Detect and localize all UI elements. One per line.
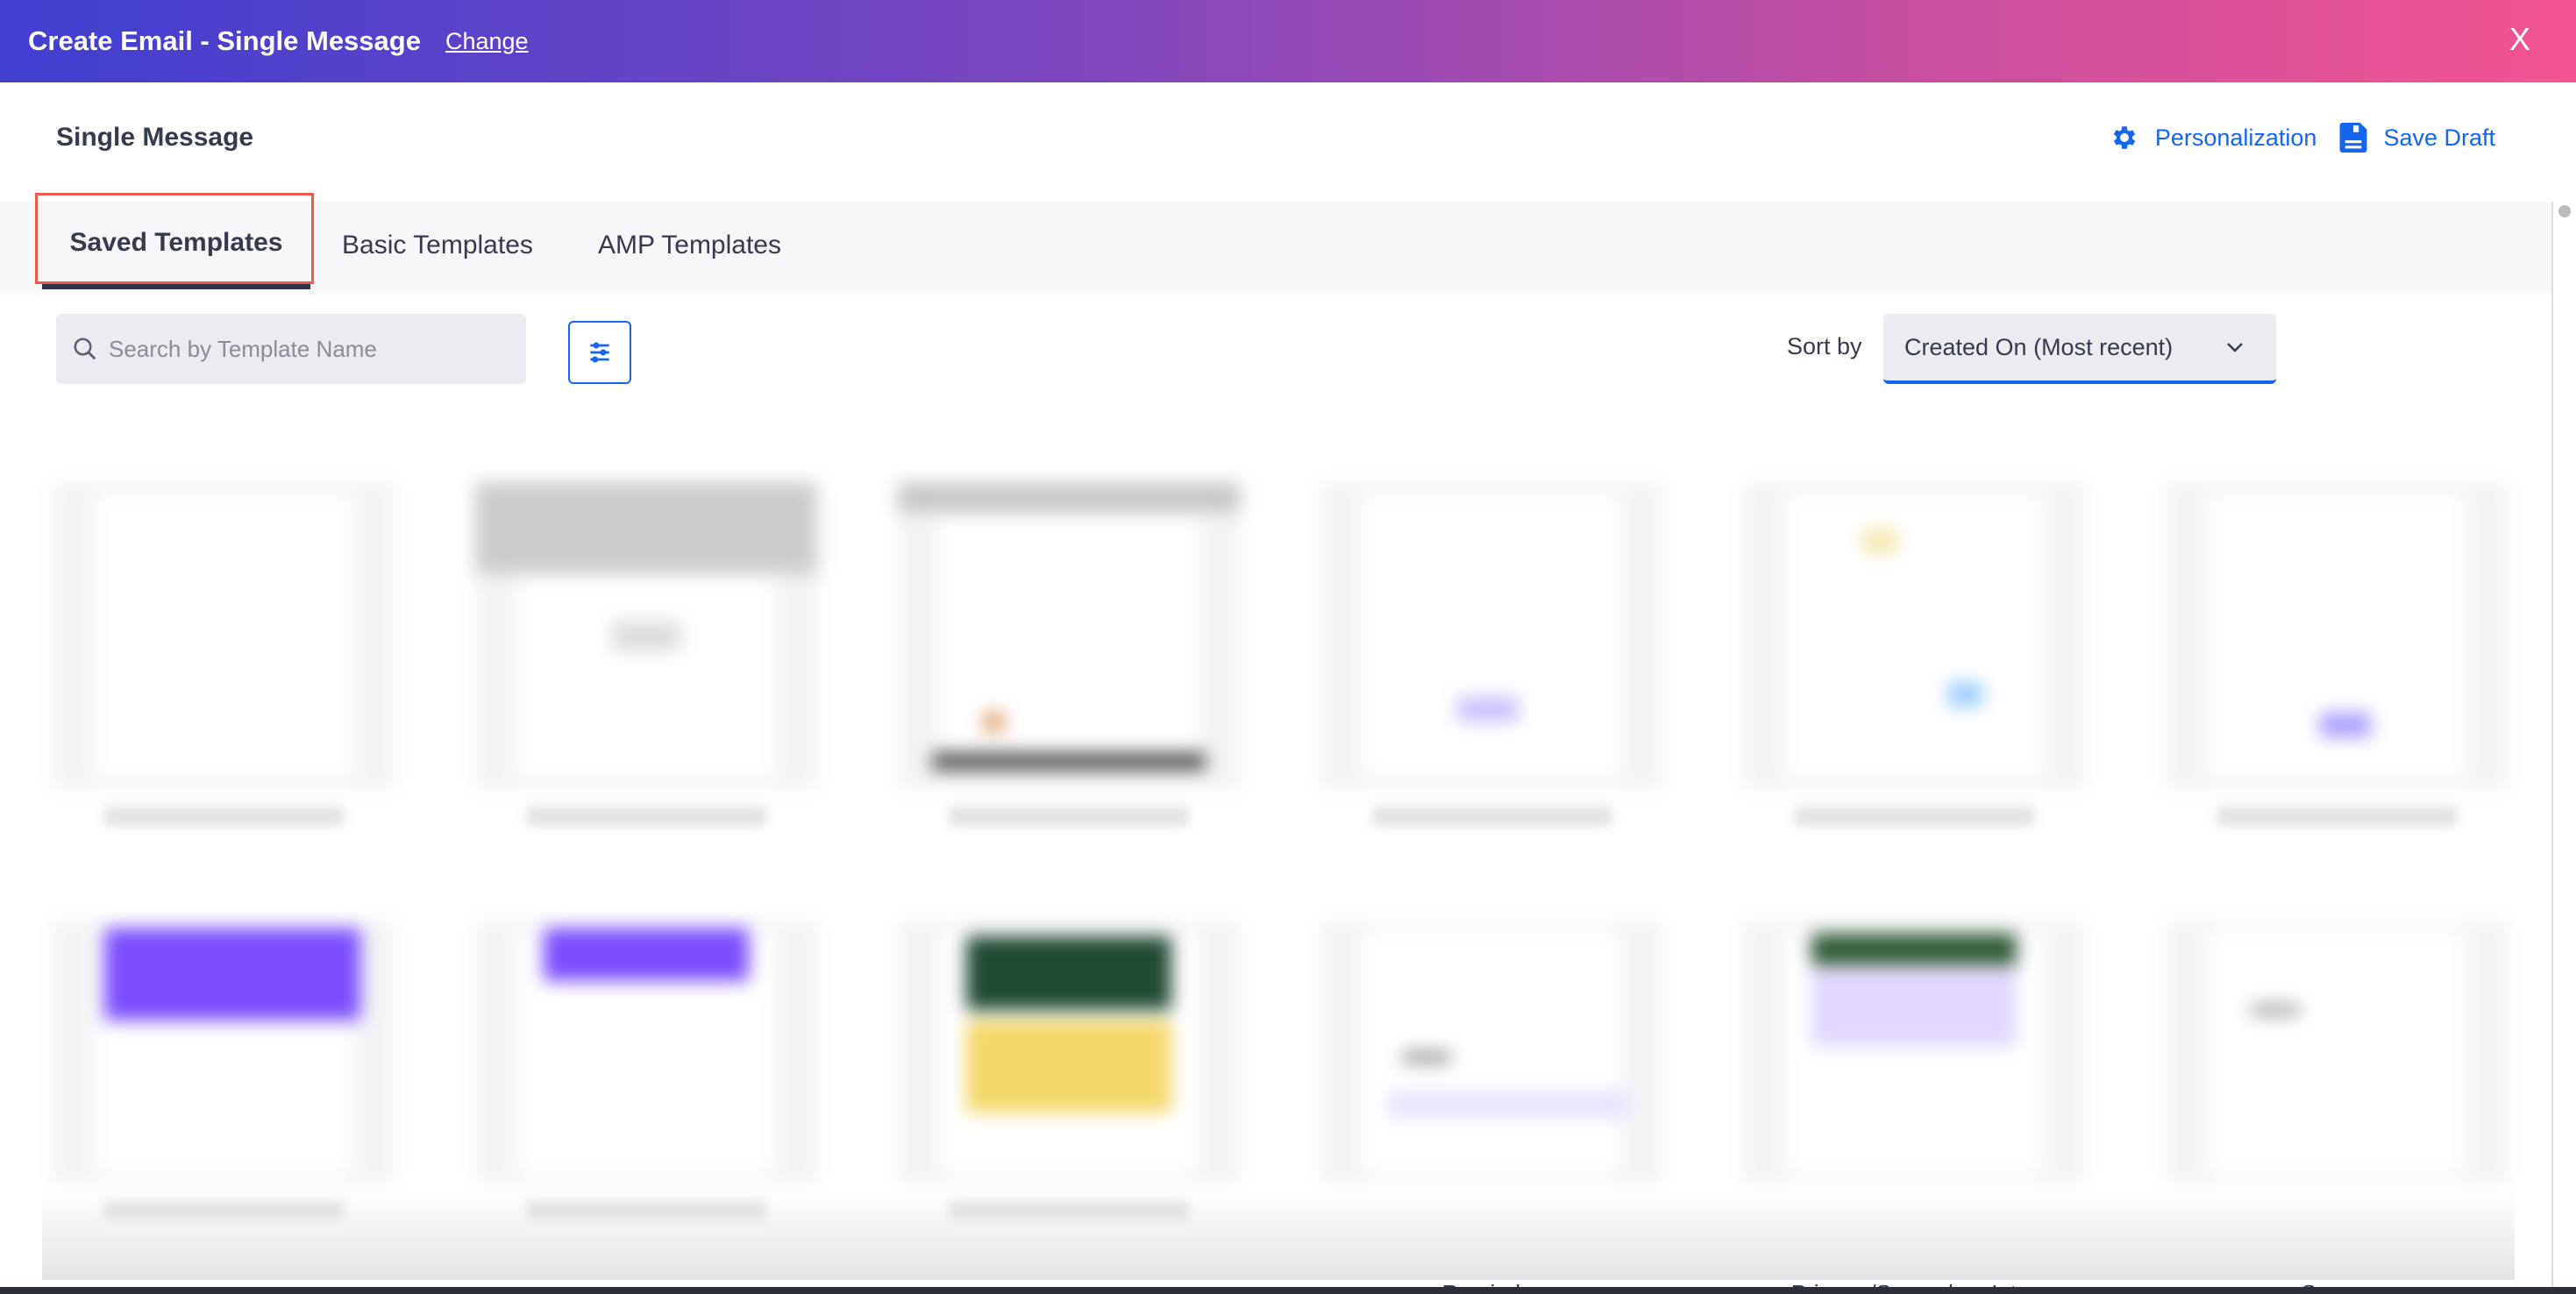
search-box[interactable] <box>56 314 526 384</box>
template-thumbnail <box>475 921 817 1184</box>
scrollbar[interactable] <box>2551 202 2576 1294</box>
sort-dropdown[interactable]: Created On (Most recent) <box>1883 314 2276 384</box>
template-card[interactable]: Primary/Secondary Intro <box>1743 921 2085 1294</box>
template-card[interactable] <box>898 921 1240 1289</box>
template-card[interactable]: Survey <box>2166 921 2508 1294</box>
personalization-button[interactable]: Personalization <box>2110 123 2317 153</box>
template-card[interactable] <box>53 482 395 894</box>
search-icon <box>74 338 96 360</box>
template-card[interactable] <box>1743 482 2085 894</box>
save-icon <box>2339 123 2367 153</box>
template-thumbnail <box>53 482 395 789</box>
save-draft-button[interactable]: Save Draft <box>2339 123 2495 153</box>
gear-icon <box>2113 126 2135 149</box>
template-name <box>526 1201 766 1220</box>
template-card[interactable] <box>53 921 395 1289</box>
template-name <box>103 1201 344 1220</box>
save-draft-label: Save Draft <box>2383 124 2495 151</box>
modal-header: Create Email - Single Message Change X <box>0 0 2576 82</box>
template-thumbnail <box>2166 482 2508 789</box>
scrollbar-thumb[interactable] <box>2558 205 2571 217</box>
template-name <box>2217 807 2457 826</box>
template-thumbnail <box>53 921 395 1184</box>
template-card[interactable] <box>898 482 1240 894</box>
template-thumbnail <box>898 482 1240 789</box>
template-thumbnail <box>1320 482 1662 789</box>
template-thumbnail <box>898 921 1240 1184</box>
template-card[interactable]: Reminder <box>1320 921 1662 1294</box>
tab-basic-templates[interactable]: Basic Templates <box>342 202 533 289</box>
message-type-title: Single Message <box>56 123 254 152</box>
template-card[interactable] <box>475 921 817 1289</box>
template-thumbnail <box>1743 482 2085 789</box>
template-thumbnail <box>1320 921 1662 1184</box>
template-thumbnail <box>1743 921 2085 1184</box>
template-tabs: Saved Templates Basic Templates AMP Temp… <box>0 202 2551 289</box>
template-card[interactable] <box>2166 482 2508 894</box>
template-thumbnail <box>475 482 817 789</box>
modal-title: Create Email - Single Message <box>28 25 421 56</box>
sort-label: Sort by <box>1787 333 1862 359</box>
sort-value: Created On (Most recent) <box>1904 333 2174 360</box>
change-link[interactable]: Change <box>445 28 529 55</box>
tab-amp-templates[interactable]: AMP Templates <box>598 202 781 289</box>
tab-saved-templates[interactable]: Saved Templates <box>42 202 310 289</box>
subheader: Single Message Personalization Save Draf… <box>0 82 2576 202</box>
filter-button[interactable] <box>568 321 631 384</box>
template-card[interactable] <box>1320 482 1662 894</box>
template-thumbnail <box>2166 921 2508 1184</box>
template-name <box>103 807 344 826</box>
sliders-icon <box>590 342 609 363</box>
template-name <box>526 807 766 826</box>
personalization-label: Personalization <box>2154 124 2317 151</box>
template-name <box>949 807 1189 826</box>
template-name <box>1371 807 1612 826</box>
search-input[interactable] <box>109 335 495 363</box>
template-card[interactable] <box>475 482 817 894</box>
window-edge <box>0 1287 2576 1294</box>
template-grid: ReminderPrimary/Secondary IntroSurvey <box>0 456 2551 1294</box>
template-name <box>949 1201 1189 1220</box>
chevron-down-icon <box>2227 343 2243 352</box>
close-icon[interactable]: X <box>2509 21 2530 58</box>
template-name <box>1794 807 2034 826</box>
